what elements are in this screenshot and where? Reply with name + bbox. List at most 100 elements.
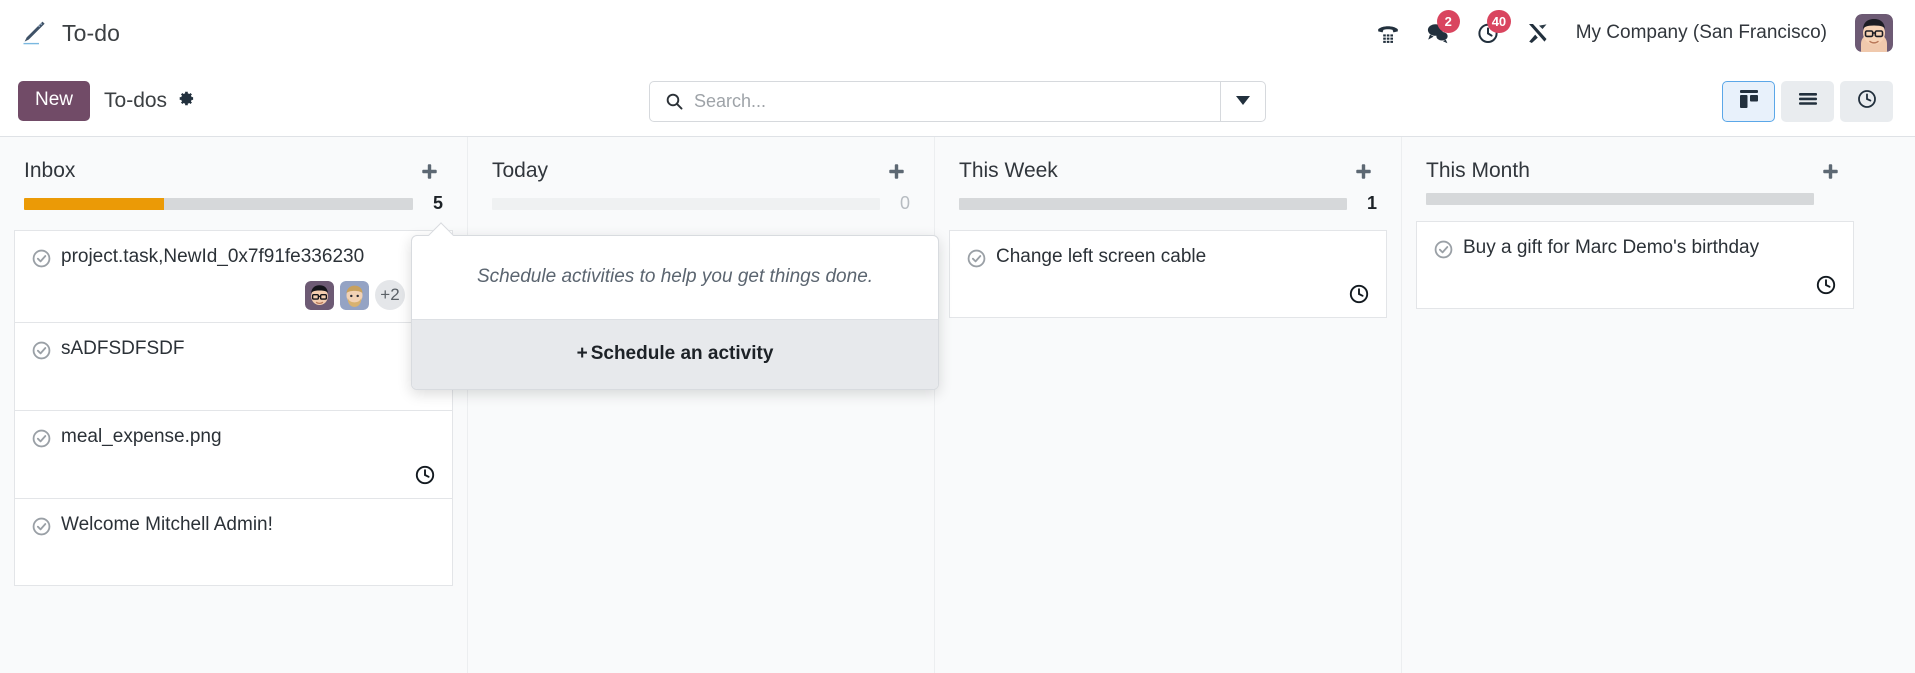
plus-icon[interactable] xyxy=(887,159,910,182)
tools-icon[interactable] xyxy=(1524,19,1552,47)
card-footer xyxy=(1433,268,1837,296)
column-header: Today xyxy=(468,137,934,183)
card-title-row: Buy a gift for Marc Demo's birthday xyxy=(1433,236,1837,265)
column-header: This Month xyxy=(1402,137,1868,183)
clock-icon[interactable] xyxy=(414,464,436,486)
schedule-an-activity-label: Schedule an activity xyxy=(590,343,774,364)
avatar[interactable] xyxy=(340,280,369,310)
card-title: Welcome Mitchell Admin! xyxy=(61,514,273,535)
check-circle-icon[interactable] xyxy=(31,516,52,542)
card-title-row: meal_expense.png xyxy=(31,425,436,454)
check-circle-icon[interactable] xyxy=(31,428,52,454)
activities-badge: 40 xyxy=(1486,10,1512,33)
column-header: Inbox xyxy=(0,137,467,183)
chevron-down-icon xyxy=(1236,92,1250,110)
navbar-right-group: 2 40 My Company (San Francisco) xyxy=(1374,10,1893,52)
card-title: project.task,NewId_0x7f91fe336230 xyxy=(61,246,365,267)
avatar[interactable] xyxy=(305,280,334,310)
column-card-list: Change left screen cable xyxy=(935,230,1401,318)
table-row[interactable]: Welcome Mitchell Admin! xyxy=(14,498,453,586)
phone-dialpad-icon[interactable] xyxy=(1374,19,1402,47)
clock-icon[interactable] xyxy=(1815,274,1837,296)
progress-segment-0 xyxy=(1426,193,1814,205)
table-row[interactable]: meal_expense.png xyxy=(14,410,453,498)
kanban-column-this-month: This Month Buy a gift for Marc Demo's bi… xyxy=(1401,137,1868,673)
card-footer: +2 xyxy=(31,274,436,310)
gear-icon[interactable] xyxy=(176,89,195,114)
table-row[interactable]: sADFSDFSDF xyxy=(14,322,453,410)
plus-icon[interactable] xyxy=(1354,159,1377,182)
kanban-column-today: Today 0 xyxy=(467,137,934,673)
progress-segment-1 xyxy=(164,197,413,210)
card-footer xyxy=(31,458,436,486)
popover-message: Schedule activities to help you get thin… xyxy=(476,266,874,287)
kanban-view-button[interactable] xyxy=(1722,80,1775,122)
control-panel: New To-dos xyxy=(0,66,1915,137)
plus-icon: + xyxy=(576,343,588,364)
table-row[interactable]: Buy a gift for Marc Demo's birthday xyxy=(1416,221,1854,309)
card-title: meal_expense.png xyxy=(61,426,222,447)
progress-segment-0 xyxy=(959,197,1347,210)
card-title: Change left screen cable xyxy=(996,246,1207,267)
progress-bar[interactable] xyxy=(24,197,413,210)
messages-badge: 2 xyxy=(1436,10,1460,33)
clock-icon xyxy=(1856,88,1878,115)
control-panel-left: New To-dos xyxy=(18,81,195,121)
activity-view-button[interactable] xyxy=(1840,80,1893,122)
table-row[interactable]: project.task,NewId_0x7f91fe336230 +2 xyxy=(14,230,453,322)
progress-bar[interactable] xyxy=(1426,193,1814,205)
messages-icon[interactable]: 2 xyxy=(1424,10,1460,47)
progress-bar[interactable] xyxy=(492,197,880,210)
plus-icon[interactable] xyxy=(1821,159,1844,182)
card-title-row: sADFSDFSDF xyxy=(31,337,436,366)
card-title-row: project.task,NewId_0x7f91fe336230 xyxy=(31,245,436,274)
pencil-icon xyxy=(18,18,48,48)
kanban-column-inbox: Inbox 5 project.task,NewId_0x7f91fe336230 xyxy=(0,137,467,673)
card-footer xyxy=(31,392,436,398)
progress-segment-0 xyxy=(492,197,880,210)
column-progress-row xyxy=(1402,183,1868,205)
column-title: Today xyxy=(492,159,549,182)
schedule-an-activity-button[interactable]: + Schedule an activity xyxy=(412,319,938,389)
table-row[interactable]: Change left screen cable xyxy=(949,230,1387,318)
column-progress-row: 1 xyxy=(935,183,1401,214)
view-switcher xyxy=(1722,80,1893,122)
top-navbar: To-do 2 40 My Company (San Francisco) xyxy=(0,0,1915,66)
list-icon xyxy=(1797,88,1819,115)
card-footer xyxy=(966,277,1370,305)
column-title: Inbox xyxy=(24,159,76,182)
app-brand[interactable]: To-do xyxy=(18,18,120,48)
new-button[interactable]: New xyxy=(18,81,91,121)
avatar-overflow-count[interactable]: +2 xyxy=(375,280,405,310)
avatar[interactable] xyxy=(1855,14,1893,52)
check-circle-icon[interactable] xyxy=(31,340,52,366)
column-title: This Week xyxy=(959,159,1058,182)
check-circle-icon[interactable] xyxy=(1433,239,1454,265)
activities-clock-icon[interactable]: 40 xyxy=(1474,10,1512,47)
breadcrumb: To-dos xyxy=(104,89,195,114)
column-header: This Week xyxy=(935,137,1401,183)
plus-icon[interactable] xyxy=(420,159,443,182)
card-title: sADFSDFSDF xyxy=(61,338,185,359)
schedule-activity-popover: Schedule activities to help you get thin… xyxy=(411,222,939,390)
column-record-count: 5 xyxy=(432,193,443,213)
card-title-row: Change left screen cable xyxy=(966,245,1370,274)
search-input[interactable] xyxy=(694,81,1220,121)
column-card-list: project.task,NewId_0x7f91fe336230 +2 sAD… xyxy=(0,230,467,586)
check-circle-icon[interactable] xyxy=(966,248,987,274)
clock-icon[interactable] xyxy=(1348,283,1370,305)
progress-segment-0 xyxy=(24,197,165,210)
kanban-board: Inbox 5 project.task,NewId_0x7f91fe336230 xyxy=(0,137,1915,673)
column-record-count: 0 xyxy=(899,193,910,213)
progress-bar[interactable] xyxy=(959,197,1347,210)
kanban-icon xyxy=(1738,88,1760,115)
search-bar[interactable] xyxy=(649,80,1266,122)
kanban-column-this-week: This Week 1 Change left screen cable xyxy=(934,137,1401,673)
card-title: Buy a gift for Marc Demo's birthday xyxy=(1463,237,1760,258)
company-selector[interactable]: My Company (San Francisco) xyxy=(1576,22,1827,44)
list-view-button[interactable] xyxy=(1781,80,1834,122)
check-circle-icon[interactable] xyxy=(31,248,52,274)
column-progress-row: 5 xyxy=(0,183,467,214)
search-icon xyxy=(650,82,694,121)
search-dropdown-toggle[interactable] xyxy=(1220,81,1265,121)
